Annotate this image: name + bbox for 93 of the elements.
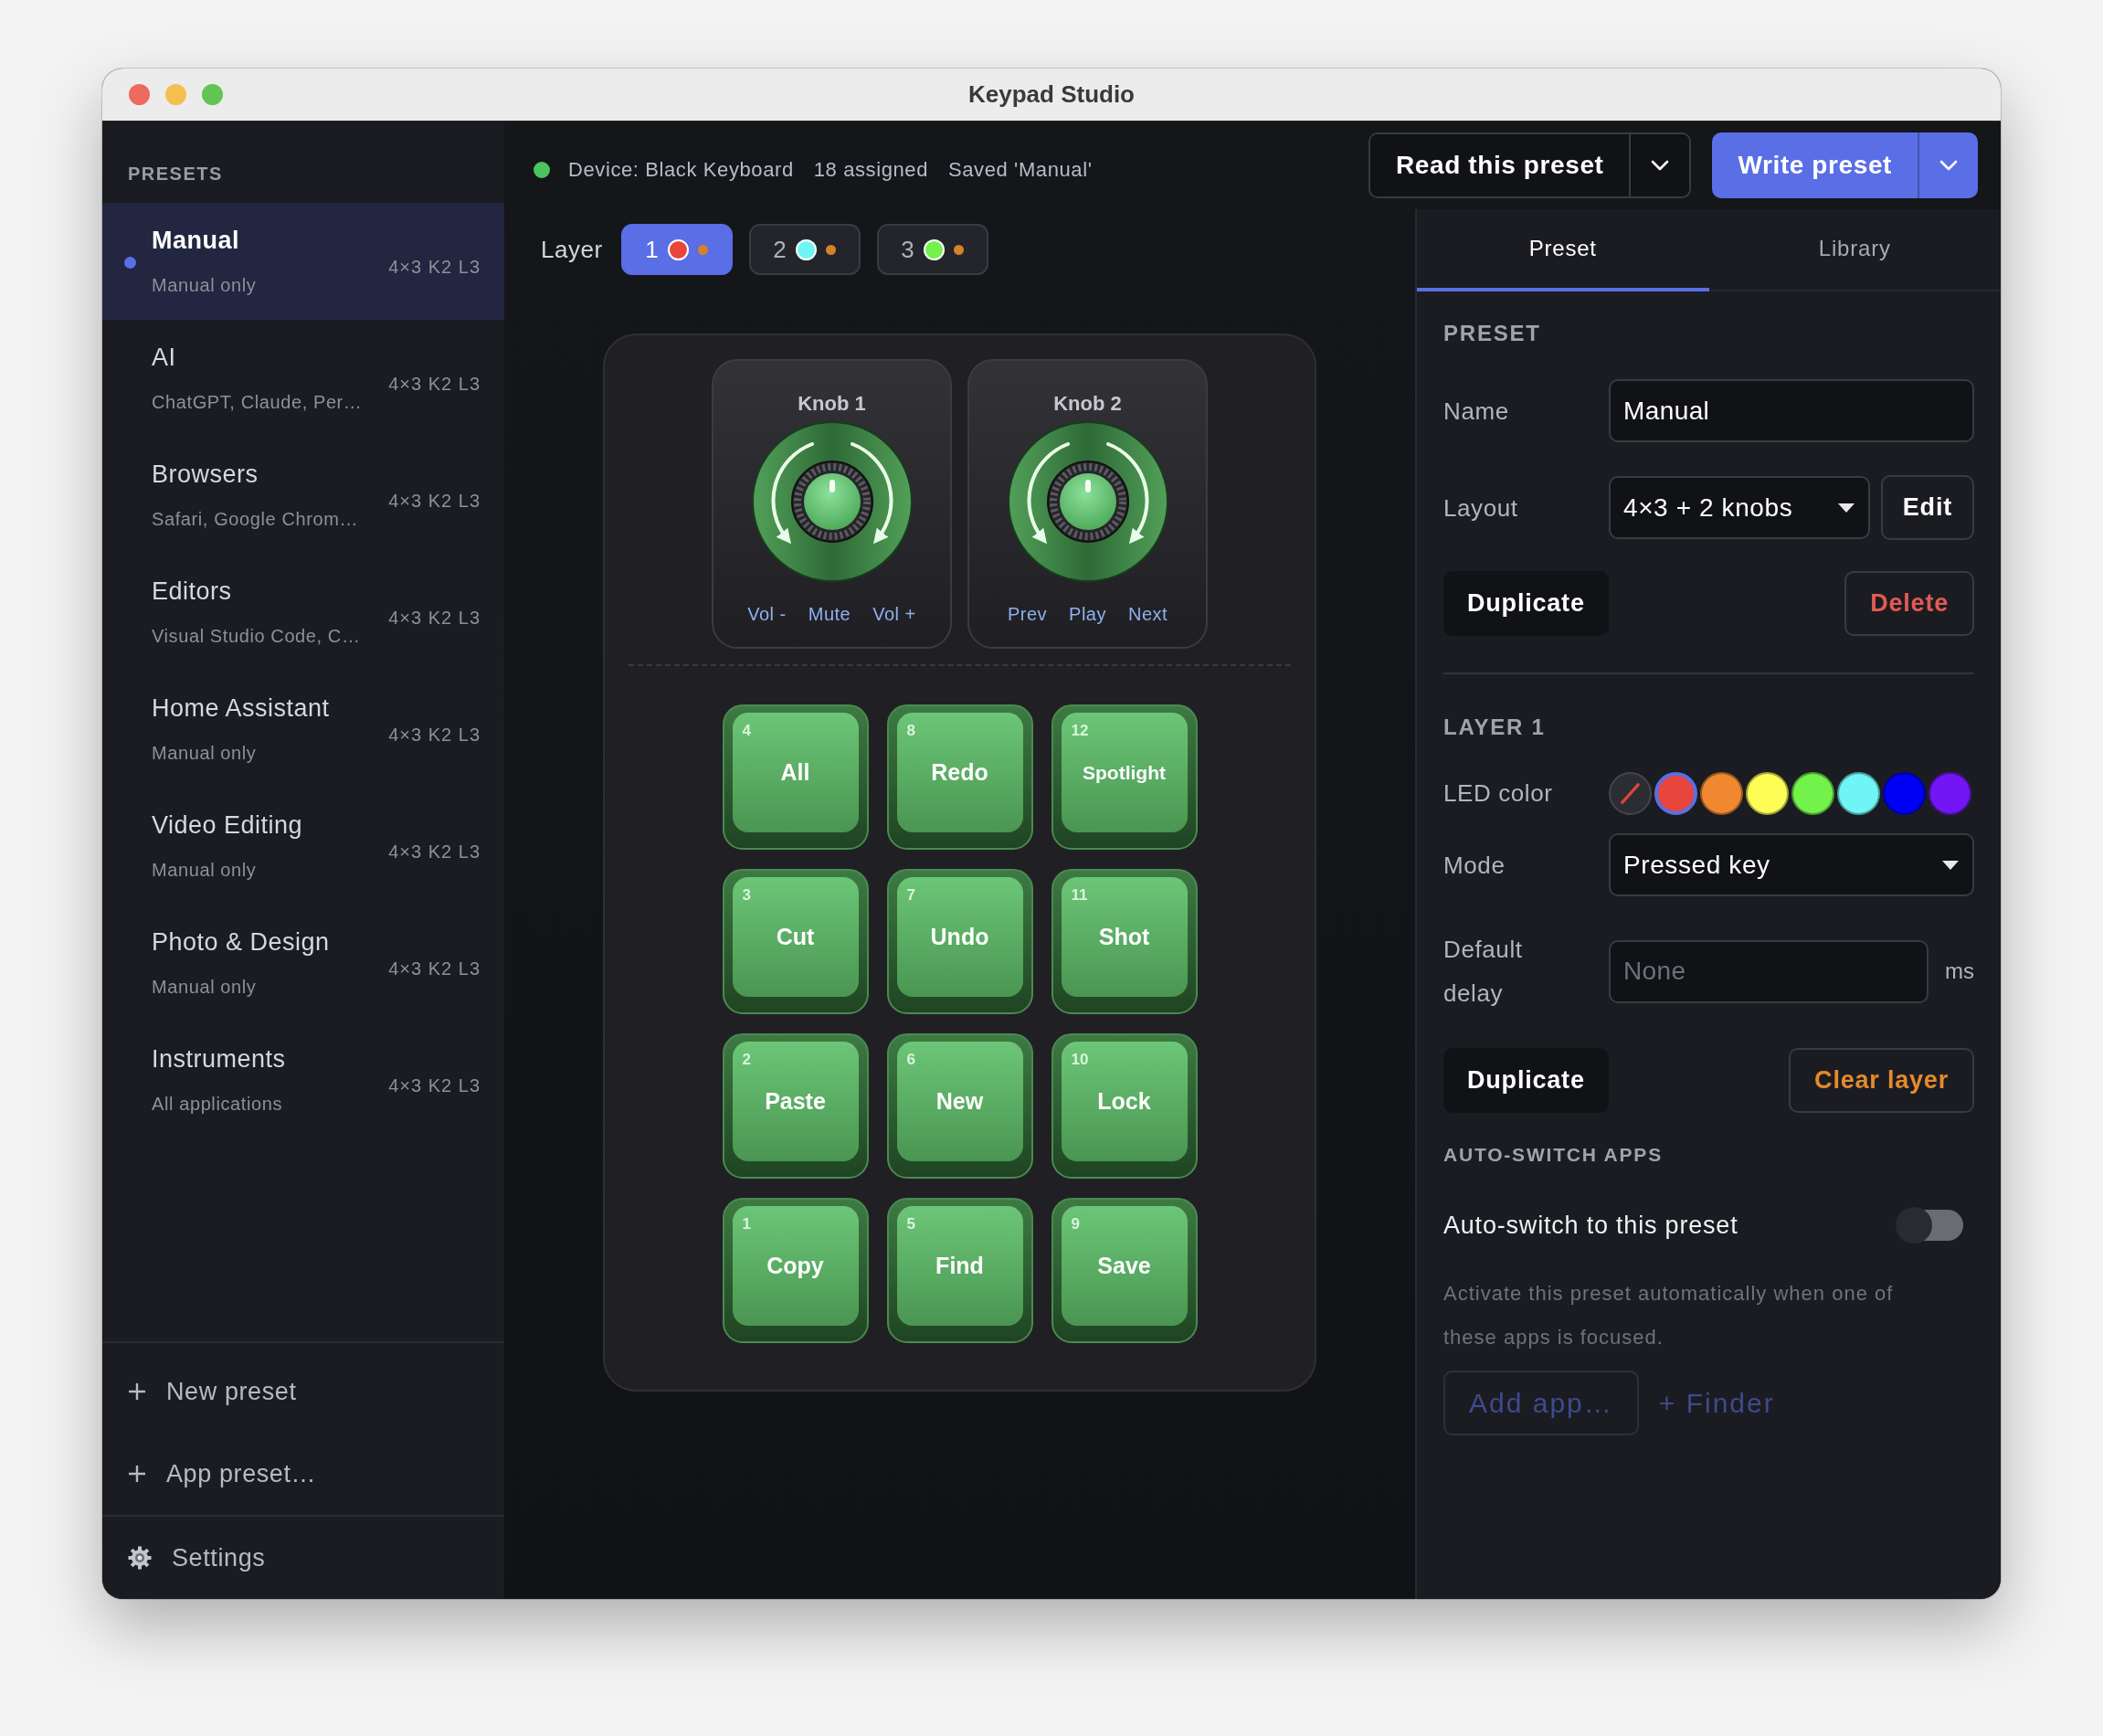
preset-apps: Visual Studio Code, C… — [152, 626, 361, 647]
chevron-down-icon — [1939, 160, 1958, 171]
zoom-icon[interactable] — [202, 84, 223, 105]
knob-action[interactable]: Mute — [808, 604, 851, 625]
knob-title: Knob 2 — [1053, 392, 1122, 416]
unit-label: ms — [1945, 958, 1974, 984]
knob-action[interactable]: Vol + — [872, 604, 916, 625]
settings-button[interactable]: Settings — [102, 1517, 504, 1599]
indicator-dot-icon — [825, 244, 836, 255]
preset-item[interactable]: Browsers Safari, Google Chrom… 4×3 K2 L3 — [102, 437, 504, 554]
save-status: Saved 'Manual' — [948, 158, 1093, 182]
knob-action[interactable]: Vol - — [747, 604, 787, 625]
preset-layout: 4×3 K2 L3 — [388, 257, 481, 278]
duplicate-button[interactable]: Duplicate — [1443, 1048, 1609, 1113]
section-heading: LAYER 1 — [1443, 715, 1547, 740]
field-label: Mode — [1443, 850, 1506, 881]
preset-layout: 4×3 K2 L3 — [388, 374, 481, 395]
layer-label: Layer — [541, 235, 603, 264]
section-heading: PRESETS — [128, 164, 223, 184]
caret-icon — [1941, 859, 1960, 871]
selected-dot-icon — [124, 257, 136, 269]
chevron-down-icon — [1651, 160, 1670, 171]
preset-item[interactable]: Video Editing Manual only 4×3 K2 L3 — [102, 788, 504, 905]
preset-apps: Safari, Google Chrom… — [152, 509, 359, 530]
window-title: Keypad Studio — [968, 80, 1135, 109]
preset-item[interactable]: Home Assistant Manual only 4×3 K2 L3 — [102, 671, 504, 788]
read-preset-button[interactable]: Read this preset — [1370, 134, 1630, 196]
knob-card[interactable]: Knob 2 Prev Play Next — [967, 359, 1208, 649]
indicator-dot-icon — [953, 244, 964, 255]
preset-name: Editors — [152, 577, 232, 606]
section-heading: AUTO-SWITCH APPS — [1443, 1144, 1664, 1166]
preset-name: Manual — [152, 227, 239, 255]
settings-icon — [128, 1546, 152, 1570]
knob-action[interactable]: Prev — [1007, 604, 1048, 625]
preset-apps: Manual only — [152, 743, 257, 764]
preset-apps: Manual only — [152, 275, 257, 296]
clear-layer-button[interactable]: Clear layer — [1789, 1048, 1974, 1113]
close-icon[interactable] — [129, 84, 150, 105]
preset-name: Browsers — [152, 460, 259, 489]
section-heading: PRESET — [1443, 321, 1542, 346]
field-label: Default delay — [1443, 935, 1524, 1009]
write-preset-button[interactable]: Write preset — [1712, 132, 1918, 198]
knob-action[interactable]: Next — [1127, 604, 1168, 625]
plus-icon — [128, 1382, 146, 1401]
layer-tab[interactable]: 3 — [876, 224, 988, 275]
add-preset-button[interactable]: New preset — [102, 1350, 302, 1433]
preset-name: Video Editing — [152, 811, 303, 840]
preset-name: Instruments — [152, 1045, 286, 1074]
preset-item[interactable]: Manual Manual only 4×3 K2 L3 — [102, 203, 504, 320]
plus-icon — [128, 1465, 146, 1483]
knob-action[interactable]: Play — [1069, 604, 1106, 625]
preset-layout: 4×3 K2 L3 — [388, 725, 481, 746]
preset-layout: 4×3 K2 L3 — [388, 608, 481, 629]
knob-title: Knob 1 — [798, 392, 866, 416]
preset-layout: 4×3 K2 L3 — [388, 958, 481, 979]
assigned-count: 18 assigned — [813, 158, 928, 182]
preset-layout: 4×3 K2 L3 — [388, 1075, 481, 1096]
preset-apps: Manual only — [152, 860, 257, 881]
knob-card[interactable]: Knob 1 Vol - Mute Vol + — [712, 359, 952, 649]
layer-tab[interactable]: 1 — [620, 224, 733, 275]
add-preset-button[interactable]: App preset… — [102, 1433, 322, 1515]
preset-apps: Manual only — [152, 977, 257, 998]
panel-tab[interactable]: Library — [1708, 209, 2001, 291]
field-label: Name — [1443, 396, 1510, 427]
name-field[interactable]: Manual — [1609, 379, 1974, 442]
delete-button[interactable]: Delete — [1844, 571, 1974, 636]
preset-item[interactable]: Instruments All applications 4×3 K2 L3 — [102, 1021, 504, 1138]
field-label: LED color — [1443, 778, 1554, 809]
device-status: Device: Black Keyboard — [568, 158, 794, 182]
preset-apps: All applications — [152, 1094, 282, 1115]
preset-name: AI — [152, 344, 176, 372]
panel-tab[interactable]: Preset — [1417, 209, 1709, 291]
preset-name: Photo & Design — [152, 928, 330, 957]
delay-field[interactable]: None — [1609, 939, 1929, 1003]
preset-name: Home Assistant — [152, 694, 330, 723]
preset-item[interactable]: Editors Visual Studio Code, C… 4×3 K2 L3 — [102, 554, 504, 671]
preset-layout: 4×3 K2 L3 — [388, 491, 481, 512]
help-text: Activate this preset automatically when one of these apps is focused. — [1443, 1281, 1895, 1350]
mode-dropdown[interactable]: Pressed key — [1609, 833, 1974, 896]
color-swatch[interactable] — [1654, 771, 1697, 815]
indicator-dot-icon — [697, 244, 708, 255]
duplicate-button[interactable]: Duplicate — [1443, 571, 1609, 636]
field-label: Layout — [1443, 492, 1519, 524]
no-color-swatch[interactable] — [1609, 771, 1652, 815]
preset-item[interactable]: Photo & Design Manual only 4×3 K2 L3 — [102, 905, 504, 1021]
layer-tab[interactable]: 2 — [748, 224, 861, 275]
preset-item[interactable]: AI ChatGPT, Claude, Per… 4×3 K2 L3 — [102, 320, 504, 437]
layout-dropdown[interactable]: 4×3 + 2 knobs — [1609, 476, 1870, 539]
edit-button[interactable]: Edit — [1880, 475, 1974, 540]
caret-icon — [1836, 502, 1855, 513]
preset-apps: ChatGPT, Claude, Per… — [152, 392, 363, 413]
preset-layout: 4×3 K2 L3 — [388, 842, 481, 863]
toggle-label: Auto-switch to this preset — [1443, 1211, 1738, 1240]
